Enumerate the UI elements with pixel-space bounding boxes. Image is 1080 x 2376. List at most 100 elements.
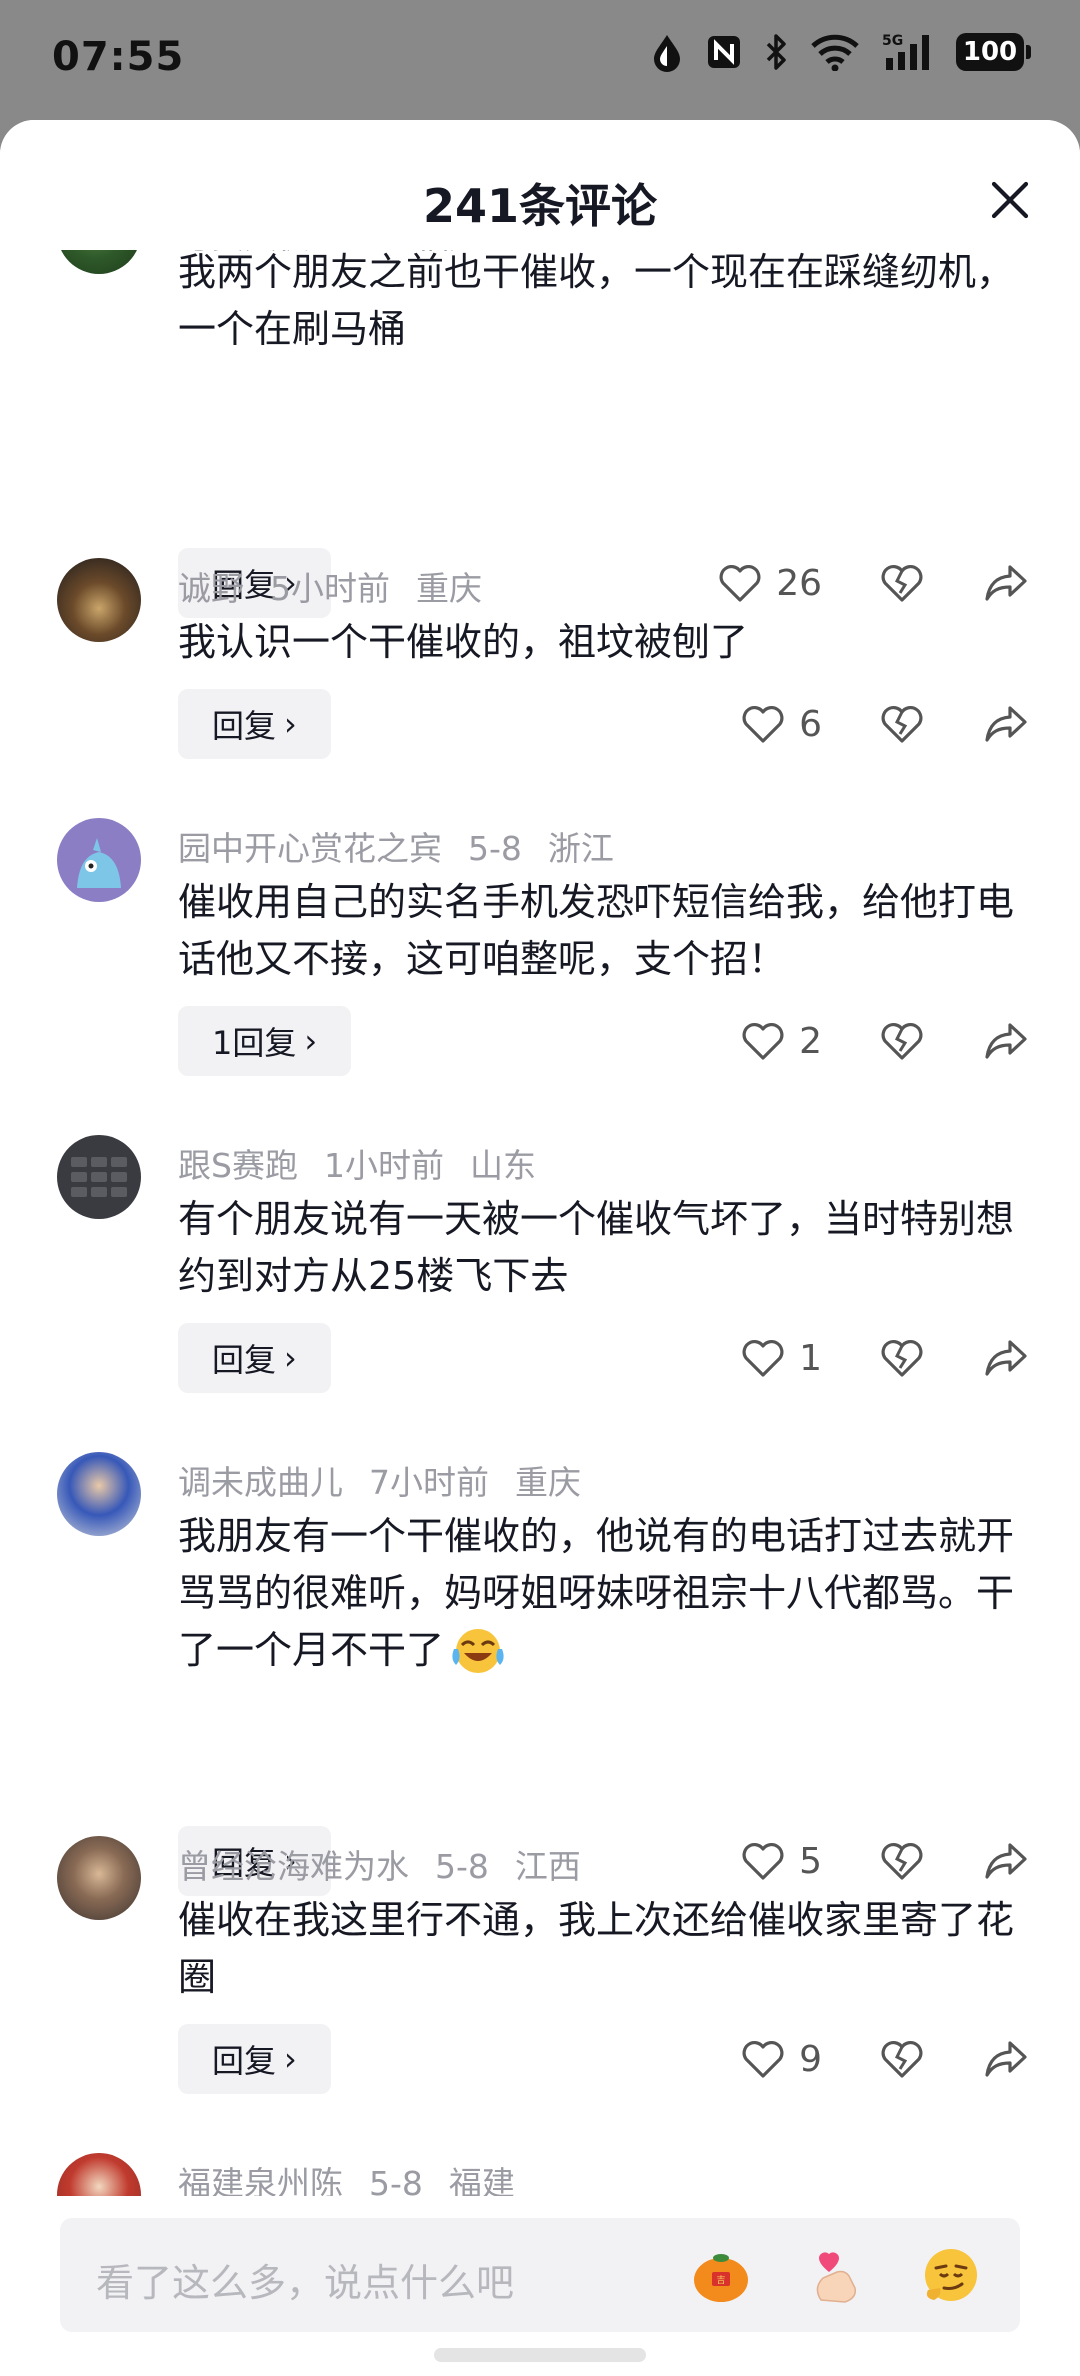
comment-text[interactable]: 我朋友有一个干催收的，他说有的电话打过去就开骂骂的很难听，妈呀姐呀妹呀祖宗十八代… — [178, 1508, 1028, 1679]
comment-username[interactable]: 跟S赛跑 — [178, 1146, 298, 1185]
like-button[interactable]: 26 — [718, 563, 822, 604]
like-button[interactable]: 9 — [741, 2039, 822, 2080]
reply-button[interactable]: 回复 › — [178, 2024, 331, 2094]
reply-button[interactable]: 1回复 › — [178, 1006, 352, 1076]
share-arrow-icon[interactable] — [984, 563, 1028, 603]
comment-username[interactable]: 曾经沧海难为水 — [178, 1847, 409, 1886]
comment-text[interactable]: 有个朋友说有一天被一个催收气坏了，当时特别想约到对方从25楼飞下去 — [178, 1191, 1028, 1305]
share-arrow-icon[interactable] — [984, 1338, 1028, 1378]
comment-meta: 调未成曲儿 7小时前 重庆 — [178, 1456, 607, 1504]
like-count: 2 — [799, 1020, 822, 1062]
comment-list[interactable]: 与货大枫5-8福建 我两个朋友之前也干催收，一个现在在踩缝纫机，一个在刷马桶 回… — [0, 120, 1080, 2376]
like-count: 5 — [799, 1840, 822, 1882]
like-button[interactable]: 5 — [741, 1841, 822, 1882]
bluetooth-icon — [766, 34, 786, 70]
comment-actions: 5 — [741, 1826, 1028, 1896]
comments-sheet: 与货大枫5-8福建 我两个朋友之前也干催收，一个现在在踩缝纫机，一个在刷马桶 回… — [0, 120, 1080, 2376]
like-button[interactable]: 6 — [741, 704, 822, 745]
comment-time: 5-8 — [435, 1847, 489, 1886]
close-icon[interactable] — [984, 174, 1036, 226]
broken-heart-icon[interactable] — [880, 1021, 924, 1061]
comment-location: 浙江 — [547, 829, 614, 868]
comment-actions: 9 — [741, 2024, 1028, 2094]
avatar[interactable] — [57, 558, 141, 642]
wifi-icon — [811, 34, 859, 71]
broken-heart-icon[interactable] — [880, 704, 924, 744]
heart-outline-icon — [742, 2041, 784, 2078]
avatar[interactable] — [57, 1135, 141, 1219]
comment-actions: 26 — [718, 548, 1028, 618]
comment-meta: 园中开心赏花之宾 5-8 浙江 — [178, 822, 640, 870]
cartoon-monster-icon — [77, 838, 121, 888]
broken-heart-icon[interactable] — [880, 563, 924, 603]
comment-text[interactable]: 催收用自己的实名手机发恐吓短信给我，给他打电话他又不接，这可咱整呢，支个招！ — [178, 874, 1028, 988]
share-arrow-icon[interactable] — [984, 1841, 1028, 1881]
svg-text:5G: 5G — [882, 33, 903, 49]
comment-actions: 1 — [741, 1323, 1028, 1393]
comment-time: 1小时前 — [323, 1146, 444, 1185]
comment-text[interactable]: 催收在我这里行不通，我上次还给催收家里寄了花圈 — [178, 1892, 1028, 2006]
comment-text[interactable]: 我认识一个干催收的，祖坟被刨了 — [178, 614, 1028, 671]
comment-location: 重庆 — [416, 569, 482, 608]
reply-label: 1回复 — [212, 1024, 297, 1062]
comment-meta: 曾经沧海难为水 5-8 江西 — [178, 1840, 607, 1888]
data-saver-icon — [654, 35, 680, 72]
comment-count-title: 241条评论 — [422, 179, 658, 233]
comment-username[interactable]: 园中开心赏花之宾 — [178, 829, 442, 868]
reply-button[interactable]: 回复 › — [178, 689, 331, 759]
nfc-icon — [708, 36, 740, 68]
comment-username[interactable]: 诚野 — [178, 569, 244, 608]
status-time: 07:55 — [52, 34, 185, 80]
laughing-crying-emoji-icon — [452, 1629, 504, 1673]
comment-location: 江西 — [514, 1847, 581, 1886]
comment-actions: 2 — [741, 1006, 1028, 1076]
comment-text[interactable]: 我两个朋友之前也干催收，一个现在在踩缝纫机，一个在刷马桶 — [178, 244, 1028, 358]
comment-input[interactable]: 看了这么多，说点什么吧 吉 — [60, 2218, 1020, 2332]
comment-input-bar: 看了这么多，说点什么吧 吉 — [0, 2196, 1080, 2376]
comment-location: 重庆 — [515, 1463, 581, 1502]
heart-outline-icon — [742, 706, 784, 743]
broken-heart-icon[interactable] — [880, 2039, 924, 2079]
comment-time: 5-8 — [468, 829, 522, 868]
svg-text:吉: 吉 — [716, 2275, 725, 2286]
comment-location: 山东 — [469, 1146, 536, 1185]
share-arrow-icon[interactable] — [984, 704, 1028, 744]
comment-username[interactable]: 调未成曲儿 — [178, 1463, 343, 1502]
status-icons: 5G 100 — [650, 32, 1031, 72]
comment-input-placeholder: 看了这么多，说点什么吧 — [96, 2261, 515, 2305]
comment-time: 7小时前 — [369, 1463, 489, 1502]
avatar[interactable] — [57, 818, 141, 902]
smirk-emoji-icon[interactable] — [920, 2244, 982, 2306]
broken-heart-icon[interactable] — [880, 1338, 924, 1378]
like-count: 26 — [776, 562, 822, 604]
status-bar: 07:55 5G 100 — [0, 0, 1080, 118]
battery-icon: 100 — [956, 33, 1031, 71]
sheet-header: 241条评论 — [0, 120, 1080, 250]
share-arrow-icon[interactable] — [984, 2039, 1028, 2079]
heart-outline-icon — [742, 1843, 784, 1880]
chevron-right-icon: › — [284, 1339, 297, 1377]
reply-label: 回复 — [212, 1341, 277, 1379]
avatar[interactable] — [57, 1836, 141, 1920]
comment-text-body: 我朋友有一个干催收的，他说有的电话打过去就开骂骂的很难听，妈呀姐呀妹呀祖宗十八代… — [178, 1514, 1015, 1672]
heart-outline-icon — [742, 1023, 784, 1060]
reply-label: 回复 — [212, 707, 277, 745]
cellular-signal-icon: 5G — [882, 33, 929, 70]
avatar[interactable] — [57, 1452, 141, 1536]
comment-actions: 6 — [741, 689, 1028, 759]
home-indicator[interactable] — [434, 2348, 646, 2362]
broken-heart-icon[interactable] — [880, 1841, 924, 1881]
keypad-avatar-icon — [71, 1157, 127, 1197]
like-button[interactable]: 2 — [741, 1021, 822, 1062]
share-arrow-icon[interactable] — [984, 1021, 1028, 1061]
tangerine-emoji-icon[interactable]: 吉 — [690, 2244, 752, 2306]
heart-outline-icon — [742, 1340, 784, 1377]
like-count: 6 — [799, 703, 822, 745]
like-button[interactable]: 1 — [741, 1338, 822, 1379]
like-count: 9 — [799, 2038, 822, 2080]
chevron-right-icon: › — [284, 705, 297, 743]
heart-outline-icon — [719, 565, 761, 602]
reply-button[interactable]: 回复 › — [178, 1323, 331, 1393]
finger-heart-emoji-icon[interactable] — [805, 2244, 867, 2306]
comment-time: 5小时前 — [270, 569, 390, 608]
